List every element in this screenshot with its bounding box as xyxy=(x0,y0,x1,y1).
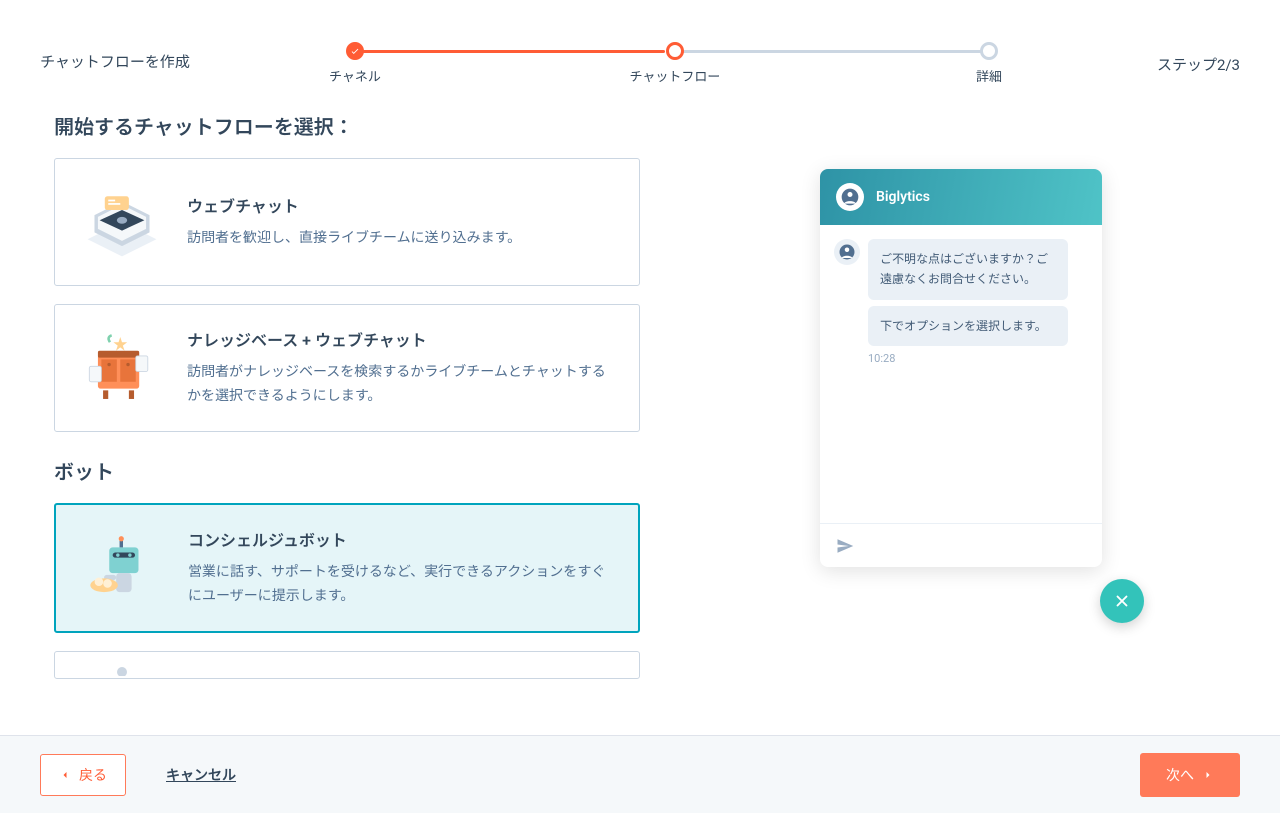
step-indicator: ステップ2/3 xyxy=(1157,54,1240,75)
bot-illustration-icon xyxy=(78,523,168,613)
step-dot-chatflow xyxy=(666,42,684,60)
webchat-illustration-icon xyxy=(77,177,167,267)
chat-message-2: 下でオプションを選択します。 xyxy=(868,306,1068,346)
close-icon xyxy=(1113,592,1131,610)
section-title: 開始するチャットフローを選択： xyxy=(54,111,640,140)
cancel-button[interactable]: キャンセル xyxy=(148,755,254,795)
card-concierge-desc: 営業に話す、サポートを受けるなど、実行できるアクションをすぐにユーザーに提示しま… xyxy=(188,561,616,609)
step-dot-channel xyxy=(346,42,364,60)
back-button[interactable]: 戻る xyxy=(40,754,126,796)
card-concierge-title: コンシェルジュボット xyxy=(188,527,616,551)
card-webchat-title: ウェブチャット xyxy=(187,193,617,217)
chat-brand-name: Biglytics xyxy=(876,189,930,205)
brand-avatar-icon xyxy=(836,183,864,211)
chat-message-1: ご不明な点はございますか？ご遠慮なくお問合せください。 xyxy=(868,239,1068,300)
send-icon xyxy=(836,537,854,555)
chat-input-area[interactable] xyxy=(820,523,1102,567)
peek-illustration-icon xyxy=(77,656,167,676)
chevron-left-icon xyxy=(59,769,71,781)
card-webchat[interactable]: ウェブチャット 訪問者を歓迎し、直接ライブチームに送り込みます。 xyxy=(54,158,640,286)
bot-avatar-icon xyxy=(834,239,860,265)
back-button-label: 戻る xyxy=(79,765,107,785)
card-kb-desc: 訪問者がナレッジベースを検索するかライブチームとチャットするかを選択できるように… xyxy=(187,361,617,409)
cancel-button-label: キャンセル xyxy=(166,765,236,785)
check-icon xyxy=(350,46,360,56)
card-concierge-bot[interactable]: コンシェルジュボット 営業に話す、サポートを受けるなど、実行できるアクションをす… xyxy=(54,503,640,633)
step-label-chatflow: チャットフロー xyxy=(630,66,721,85)
step-label-details: 詳細 xyxy=(976,66,1002,85)
bot-heading: ボット xyxy=(54,456,640,485)
step-label-channel: チャネル xyxy=(329,66,381,85)
step-line-1 xyxy=(355,50,665,53)
step-line-2 xyxy=(675,50,985,53)
chat-timestamp: 10:28 xyxy=(868,352,1088,365)
chat-preview: Biglytics ご不明な点はございますか？ご遠慮なくお問合せください。 下で… xyxy=(820,169,1120,567)
kb-illustration-icon xyxy=(77,323,167,413)
card-kb-title: ナレッジベース + ウェブチャット xyxy=(187,327,617,351)
chat-header: Biglytics xyxy=(820,169,1102,225)
step-dot-details xyxy=(980,42,998,60)
card-webchat-desc: 訪問者を歓迎し、直接ライブチームに送り込みます。 xyxy=(187,227,617,251)
next-button-label: 次へ xyxy=(1166,765,1194,785)
next-button[interactable]: 次へ xyxy=(1140,753,1240,797)
card-kb-webchat[interactable]: ナレッジベース + ウェブチャット 訪問者がナレッジベースを検索するかライブチー… xyxy=(54,304,640,432)
page-title: チャットフローを作成 xyxy=(40,51,190,72)
chevron-right-icon xyxy=(1202,769,1214,781)
card-next-peek[interactable] xyxy=(54,651,640,679)
close-chat-button[interactable] xyxy=(1100,579,1144,623)
